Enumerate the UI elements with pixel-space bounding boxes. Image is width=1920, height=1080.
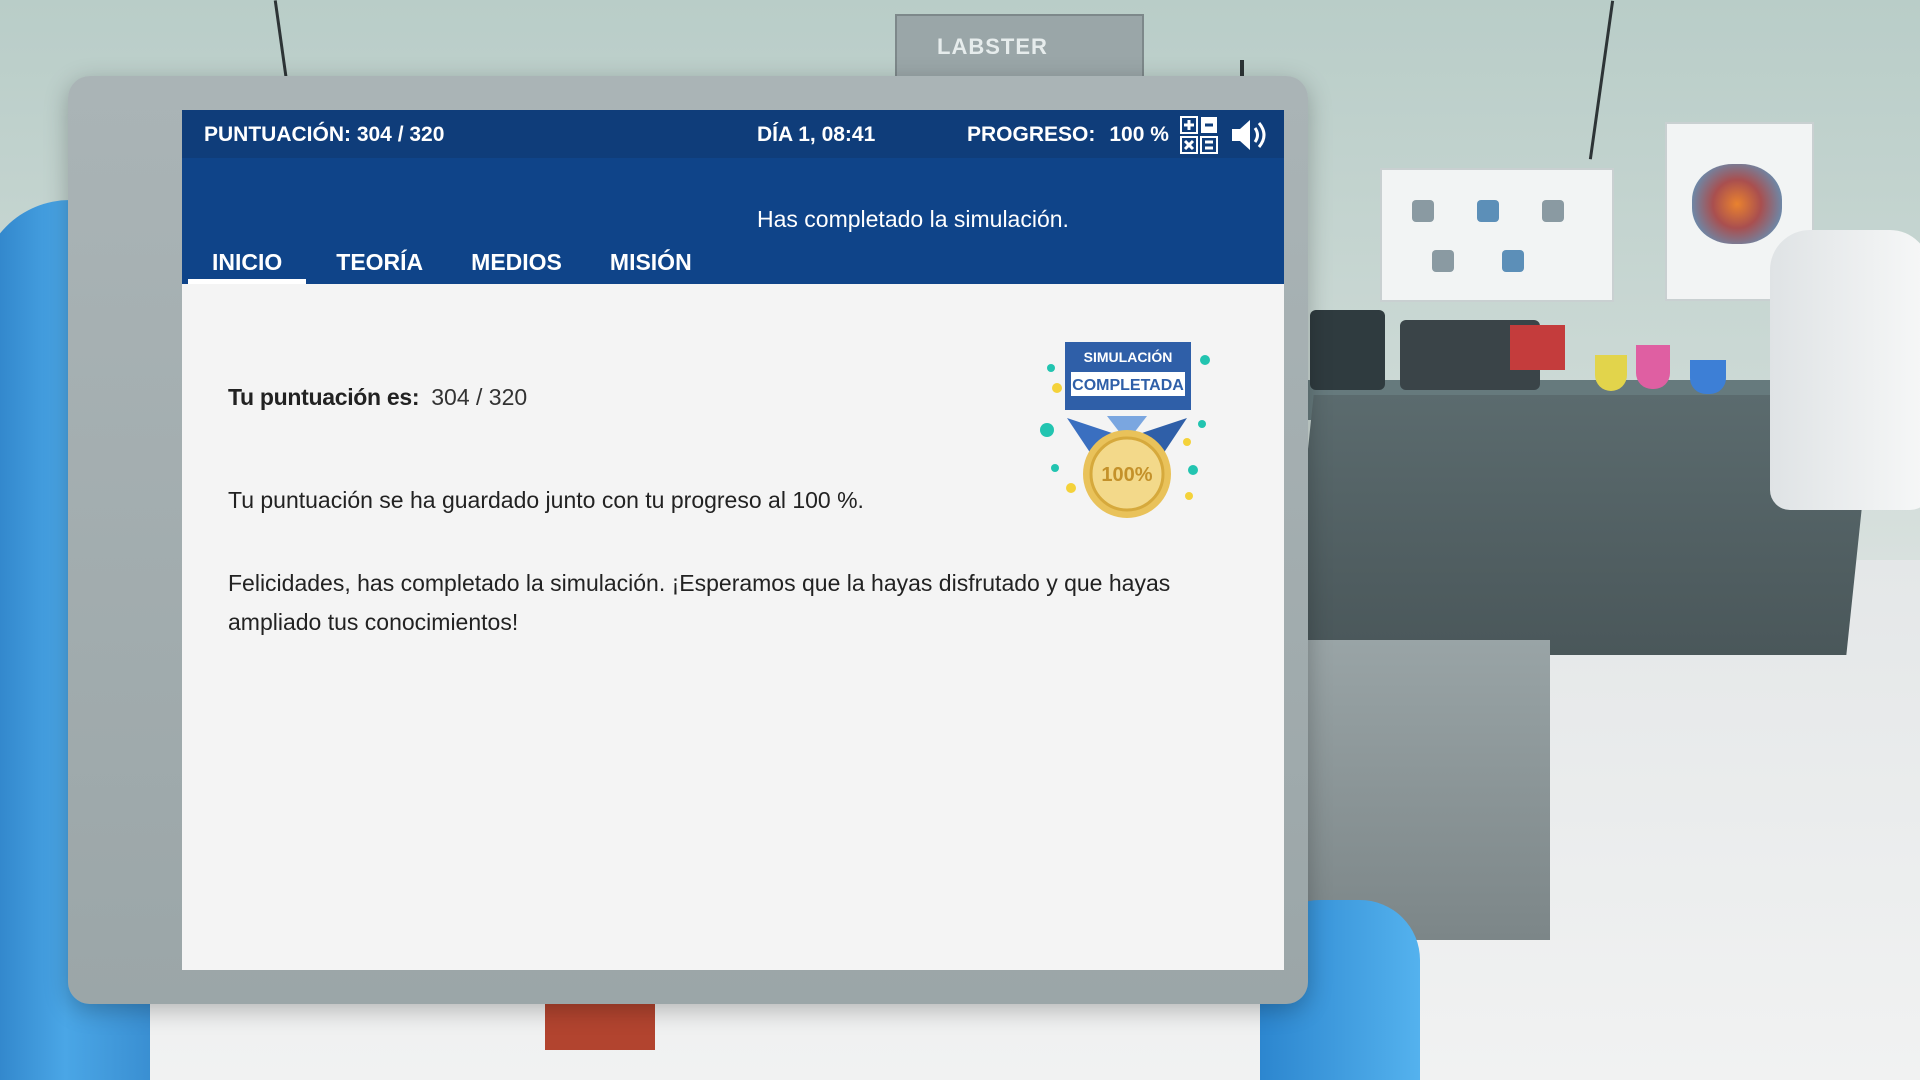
completion-badge: SIMULACIÓN COMPLETADA 100% xyxy=(1040,342,1210,518)
progress-indicator: PROGRESO: 100 % xyxy=(967,123,1169,147)
tab-medios[interactable]: MEDIOS xyxy=(447,242,586,284)
lab-coat xyxy=(1770,230,1920,510)
yellow-flask xyxy=(1595,355,1627,391)
final-score: Tu puntuación es: 304 / 320 xyxy=(228,384,527,411)
saved-progress-text: Tu puntuación se ha guardado junto con t… xyxy=(228,487,864,513)
medal-text: 100% xyxy=(1101,464,1152,486)
tab-mision[interactable]: MISIÓN xyxy=(586,242,716,284)
lab-cabinet xyxy=(1300,640,1550,940)
red-box xyxy=(1510,325,1565,370)
tab-bar: INICIO TEORÍA MEDIOS MISIÓN xyxy=(188,242,716,284)
score-indicator: PUNTUACIÓN: 304 / 320 xyxy=(204,123,445,146)
progress-label: PROGRESO: xyxy=(967,123,1096,146)
day-time-indicator: DÍA 1, 08:41 xyxy=(757,123,876,146)
blue-flask xyxy=(1690,360,1726,394)
labster-sign: LABSTER xyxy=(895,14,1144,84)
status-bar: PUNTUACIÓN: 304 / 320 DÍA 1, 08:41 PROGR… xyxy=(182,110,1284,158)
lab-device xyxy=(1310,310,1385,390)
badge-line1: SIMULACIÓN xyxy=(1084,348,1173,365)
tablet-screen: PUNTUACIÓN: 304 / 320 DÍA 1, 08:41 PROGR… xyxy=(182,110,1284,970)
home-content: Tu puntuación es: 304 / 320 Tu puntuación… xyxy=(182,284,1284,970)
tab-teoria[interactable]: TEORÍA xyxy=(312,242,447,284)
calculator-icon[interactable] xyxy=(1180,116,1218,154)
ceiling-beam xyxy=(1588,0,1615,160)
labster-sign-text: LABSTER xyxy=(937,34,1048,59)
progress-value: 100 % xyxy=(1109,123,1169,146)
final-score-value: 304 / 320 xyxy=(431,384,528,410)
final-score-label: Tu puntuación es: xyxy=(228,384,420,410)
red-container xyxy=(545,1000,655,1050)
screen-header: Has completado la simulación. INICIO TEO… xyxy=(182,158,1284,284)
congratulations-text: Felicidades, has completado la simulació… xyxy=(228,570,1171,635)
badge-line2: COMPLETADA xyxy=(1072,377,1184,394)
completion-message: Has completado la simulación. xyxy=(757,206,1069,232)
tab-inicio[interactable]: INICIO xyxy=(188,242,307,284)
pink-flask xyxy=(1636,345,1670,389)
equipment-poster xyxy=(1380,168,1614,302)
speaker-icon[interactable] xyxy=(1230,118,1268,152)
